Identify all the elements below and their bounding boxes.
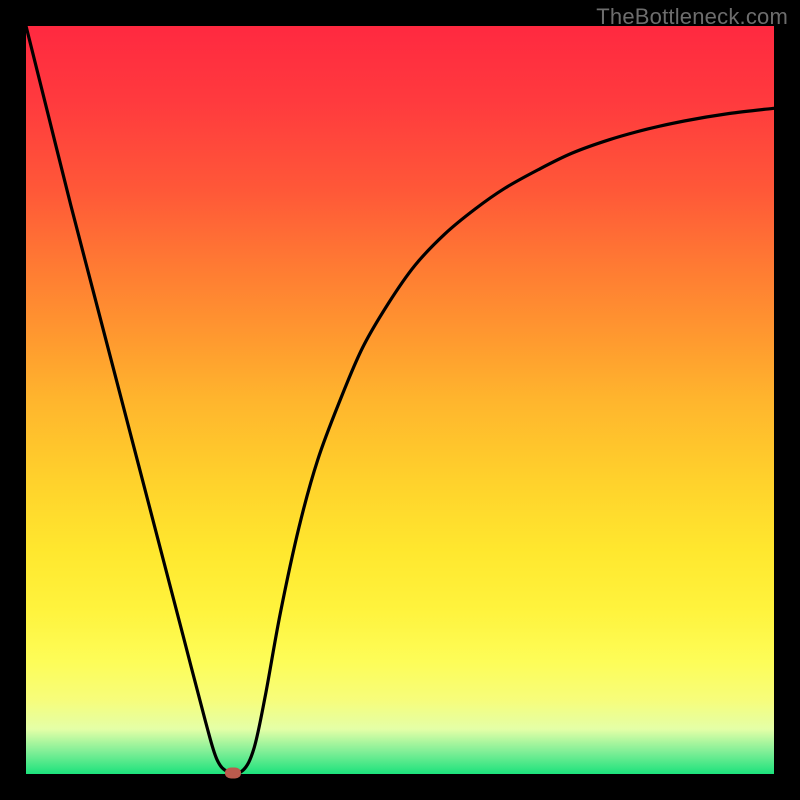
bottleneck-curve bbox=[26, 26, 774, 774]
chart-plot-area bbox=[26, 26, 774, 774]
chart-frame: TheBottleneck.com bbox=[0, 0, 800, 800]
minimum-marker bbox=[225, 767, 241, 778]
watermark-label: TheBottleneck.com bbox=[596, 4, 788, 30]
